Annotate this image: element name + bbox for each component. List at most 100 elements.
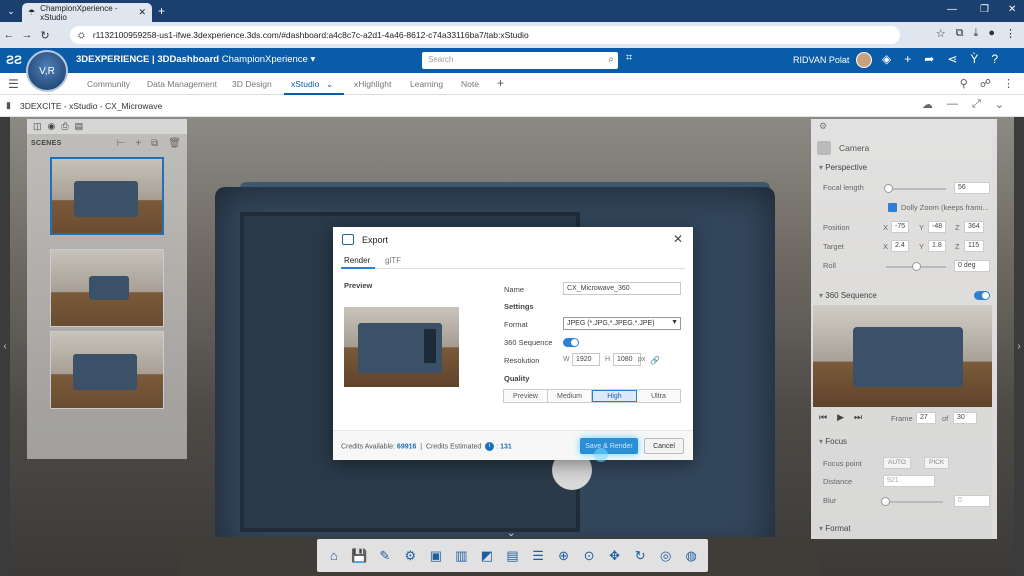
cloud-icon[interactable]: ☁ [922, 98, 933, 111]
cancel-button[interactable]: Cancel [644, 438, 684, 454]
tab-search-icon[interactable]: ⌄ [4, 4, 18, 18]
link-aspect-icon[interactable]: 🔗 [650, 356, 660, 365]
share-icon[interactable]: ➦ [924, 52, 934, 66]
position-z-field[interactable]: 364 [964, 221, 984, 233]
format-select[interactable]: JPEG (*.JPG,*.JPEG,*.JPE) ▼ [563, 317, 681, 330]
browser-tab[interactable]: ☂ ChampionXperience - xStudio ✕ [22, 3, 152, 22]
total-frames-field[interactable]: 30 [953, 412, 977, 424]
blur-slider[interactable] [881, 497, 943, 506]
collaborate-icon[interactable]: ☍ [980, 77, 991, 90]
profile-icon[interactable]: ● [988, 27, 995, 40]
new-tab-icon[interactable]: + [158, 4, 165, 18]
restore-icon[interactable]: ❐ [980, 4, 989, 15]
tag-icon[interactable]: ⌗ [626, 52, 632, 65]
zoom-fit-icon[interactable]: ⊙ [579, 546, 599, 566]
sequence-toggle[interactable] [563, 338, 579, 347]
tags-icon[interactable]: ◈ [882, 52, 891, 66]
clipboard-tab-icon[interactable]: ▤ [75, 121, 84, 132]
position-x-field[interactable]: -75 [891, 221, 909, 233]
tab-data-management[interactable]: Data Management [147, 79, 217, 89]
site-info-icon[interactable]: ⛭ [78, 30, 85, 41]
tab-xstudio[interactable]: xStudio [291, 79, 319, 89]
sequence-toggle[interactable] [974, 291, 990, 300]
rotate-icon[interactable]: ↻ [630, 546, 650, 566]
focal-length-slider[interactable] [884, 184, 946, 193]
tab-learning[interactable]: Learning [410, 79, 443, 89]
roll-slider[interactable] [886, 262, 946, 271]
fullscreen-icon[interactable]: ⤢ [972, 98, 981, 111]
quality-preview-button[interactable]: Preview [504, 390, 548, 402]
avatar[interactable] [856, 52, 872, 68]
search-input[interactable]: Search ⌕ [422, 52, 618, 69]
settings-icon[interactable]: ⚙ [400, 546, 420, 566]
close-window-icon[interactable]: ✕ [1008, 4, 1016, 15]
tab-xhighlight[interactable]: xHighlight [354, 79, 391, 89]
target-y-field[interactable]: 1.8 [928, 240, 946, 252]
widget-minimize-icon[interactable]: — [947, 98, 958, 111]
brand-title[interactable]: 3DEXPERIENCE | 3DDashboard ChampionXperi… [76, 54, 315, 65]
minimize-icon[interactable]: — [947, 4, 957, 15]
lifecycle-icon[interactable]: ⚲ [960, 77, 968, 90]
camera-settings-icon[interactable]: ⚙ [819, 121, 827, 132]
hamburger-menu-icon[interactable]: ☰ [8, 77, 19, 91]
tab-xstudio-dropdown-icon[interactable]: ⌄ [326, 79, 333, 90]
format-section[interactable]: Format [819, 524, 850, 533]
network-icon[interactable]: ⋖ [947, 52, 957, 66]
camera-tab-icon[interactable]: ◫ [33, 121, 42, 132]
duplicate-scene-icon[interactable]: ⧉ [151, 138, 158, 149]
next-frame-icon[interactable]: ⏭ [854, 412, 862, 423]
search-icon[interactable]: ⌕ [608, 54, 614, 65]
camera-panel-scrollbar[interactable] [992, 135, 997, 539]
left-panel-toggle-icon[interactable]: ‹ [0, 117, 10, 576]
tab-render[interactable]: Render [344, 256, 370, 265]
compass-icon[interactable]: V,R [26, 50, 68, 92]
bookmark-star-icon[interactable]: ☆ [936, 27, 946, 40]
right-panel-toggle-icon[interactable]: › [1014, 117, 1024, 576]
scene-thumbnail[interactable] [50, 331, 164, 409]
close-icon[interactable]: ✕ [673, 232, 683, 246]
tab-community[interactable]: Community [87, 79, 130, 89]
back-icon[interactable]: ← [0, 29, 18, 41]
forward-icon[interactable]: → [18, 29, 36, 41]
help-icon[interactable]: ? [991, 52, 998, 66]
perspective-section[interactable]: Perspective [819, 163, 867, 172]
roll-field[interactable]: 0 deg [954, 260, 990, 272]
ruler-icon[interactable]: ▤ [502, 546, 522, 566]
pick-focus-button[interactable]: PICK [924, 457, 950, 469]
reload-icon[interactable]: ↻ [36, 29, 54, 42]
widget-menu-icon[interactable]: ⌄ [995, 98, 1004, 111]
globe-icon[interactable]: ◍ [681, 546, 701, 566]
auto-focus-button[interactable]: AUTO [883, 457, 911, 469]
extensions-icon[interactable]: ⧉ [956, 27, 964, 40]
tab-3d-design[interactable]: 3D Design [232, 79, 272, 89]
book-icon[interactable]: ▥ [451, 546, 471, 566]
target-z-field[interactable]: 115 [964, 240, 984, 252]
print-tab-icon[interactable]: ⎙ [61, 121, 68, 132]
annotate-icon[interactable]: ✎ [375, 546, 395, 566]
focus-section[interactable]: Focus [819, 437, 847, 446]
blur-field[interactable]: 0 [954, 495, 990, 507]
width-input[interactable]: 1920 [572, 353, 600, 366]
download-icon[interactable]: ⤓ [973, 27, 978, 40]
render-icon[interactable]: ▣ [426, 546, 446, 566]
name-input[interactable]: CX_Microwave_360 [563, 282, 681, 295]
compass-app-icon[interactable]: Ỳ [970, 52, 978, 66]
play-icon[interactable]: ▶ [837, 412, 844, 423]
dolly-zoom-checkbox[interactable] [888, 203, 897, 212]
tab-close-icon[interactable]: ✕ [138, 7, 146, 18]
add-tab-icon[interactable]: + [497, 76, 504, 90]
user-name[interactable]: RIDVAN Polat [793, 55, 849, 65]
sequence-section[interactable]: 360 Sequence [819, 291, 877, 300]
hierarchy-icon[interactable]: ⊢ [117, 138, 126, 149]
quality-ultra-button[interactable]: Ultra [637, 390, 680, 402]
info-icon[interactable]: i [485, 442, 495, 451]
scene-thumbnail[interactable] [50, 249, 164, 327]
environment-tab-icon[interactable]: ◉ [48, 121, 56, 132]
target-x-field[interactable]: 2.4 [891, 240, 909, 252]
pan-icon[interactable]: ✥ [605, 546, 625, 566]
tab-menu-icon[interactable]: ⋮ [1003, 77, 1014, 90]
quality-medium-button[interactable]: Medium [548, 390, 592, 402]
home-icon[interactable]: ⌂ [324, 546, 344, 566]
camera-capture-icon[interactable]: ◎ [656, 546, 676, 566]
quality-high-button[interactable]: High [592, 390, 637, 402]
